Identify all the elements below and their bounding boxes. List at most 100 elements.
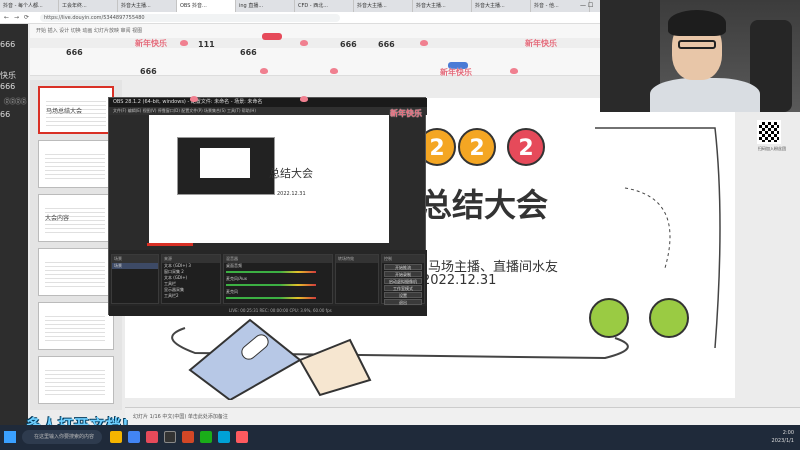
browser-tab-strip: 抖音 - 每个人都... 工会年终... 抖音大主播... OBS 抖音... ing … bbox=[0, 0, 600, 12]
left-danmaku: 666 bbox=[0, 82, 16, 91]
obs-mixer-channel[interactable]: 麦克风/Aux bbox=[224, 276, 332, 289]
obs-red-marker bbox=[147, 243, 193, 246]
obs-docks: 场景 场景 来源 文本 (GDI+) 3 窗口采集 2 文本 (GDI+) 工具栏 显示… bbox=[109, 250, 427, 306]
taskbar-search[interactable]: 在这里输入你要搜索的内容 bbox=[22, 430, 102, 444]
address-bar: ← → ⟳ https://live.douyin.com/5344897755… bbox=[0, 12, 600, 24]
danmaku: 新年快乐 bbox=[135, 39, 167, 48]
app-icon[interactable] bbox=[146, 431, 158, 443]
browser-tab[interactable]: 抖音 - 每个人都... bbox=[0, 0, 59, 12]
danmaku-num: 666 bbox=[140, 67, 157, 76]
heart-icon bbox=[420, 40, 428, 46]
file-explorer-icon[interactable] bbox=[110, 431, 122, 443]
obs-transitions-panel[interactable]: 转场特效 bbox=[335, 254, 379, 304]
obs-nested-screen bbox=[200, 148, 250, 178]
heart-icon bbox=[260, 68, 268, 74]
slide-thumbnail[interactable] bbox=[38, 356, 114, 404]
tree-left bbox=[589, 298, 629, 338]
obs-icon[interactable] bbox=[164, 431, 176, 443]
obs-control-button[interactable]: 设置 bbox=[384, 292, 422, 298]
obs-status-bar: LIVE: 00:25:31 REC: 00:00:00 CPU: 3.9%, … bbox=[109, 306, 427, 316]
wechat-icon[interactable] bbox=[200, 431, 212, 443]
obs-mixer-panel[interactable]: 混音器 桌面音频 麦克风/Aux 麦克风 bbox=[223, 254, 333, 304]
danmaku-num: 666 bbox=[340, 40, 357, 49]
browser-tab[interactable]: 抖音大主播... bbox=[354, 0, 413, 12]
system-tray-clock[interactable]: 2:00 2023/1/1 bbox=[772, 429, 794, 445]
left-danmaku: 快乐 bbox=[0, 71, 16, 80]
obs-nested-preview bbox=[177, 137, 275, 195]
audio-meter bbox=[226, 297, 316, 299]
browser-tab[interactable]: 抖音大主播... bbox=[118, 0, 177, 12]
screen: 抖音 - 每个人都... 工会年终... 抖音大主播... OBS 抖音... ing … bbox=[0, 0, 800, 450]
obs-mixer-channel[interactable]: 桌面音频 bbox=[224, 263, 332, 276]
window-controls[interactable]: — ☐ ✕ bbox=[580, 0, 600, 21]
heart-icon bbox=[300, 40, 308, 46]
danmaku: 新年快乐 bbox=[390, 109, 422, 118]
browser-tab[interactable]: 工会年终... bbox=[59, 0, 118, 12]
obs-preview-title: 总结大会 bbox=[269, 167, 313, 180]
browser-icon[interactable] bbox=[128, 431, 140, 443]
webcam-feed bbox=[600, 0, 800, 112]
danmaku-num: 666 bbox=[240, 48, 257, 57]
url-field[interactable]: https://live.douyin.com/5344897755480 bbox=[40, 14, 340, 22]
heart-icon bbox=[190, 96, 198, 102]
obs-mixer-channel[interactable]: 麦克风 bbox=[224, 289, 332, 302]
obs-sources-panel[interactable]: 来源 文本 (GDI+) 3 窗口采集 2 文本 (GDI+) 工具栏 显示器采集 工具栏… bbox=[161, 254, 221, 304]
ribbon-tabs[interactable]: 开始 插入 设计 切换 动画 幻灯片放映 审阅 视图 bbox=[30, 26, 600, 36]
cam-person-hair bbox=[668, 10, 726, 36]
app-icon-blue[interactable] bbox=[218, 431, 230, 443]
obs-control-button[interactable]: 工作室模式 bbox=[384, 285, 422, 291]
heart-icon bbox=[180, 40, 188, 46]
thumbnail-label: 大会内容 bbox=[45, 215, 70, 222]
obs-menu[interactable]: 文件(F) 编辑(E) 视图(V) 停靠窗口(D) 配置文件(P) 场景集合(S… bbox=[109, 107, 427, 115]
heart-icon bbox=[330, 68, 338, 74]
danmaku: 新年快乐 bbox=[525, 39, 557, 48]
audio-meter bbox=[226, 284, 316, 286]
forward-icon[interactable]: → bbox=[14, 14, 19, 21]
left-danmaku: 666 bbox=[0, 40, 16, 49]
year-digit-3: 2 bbox=[507, 128, 545, 166]
browser-tab[interactable]: OBS 抖音... bbox=[177, 0, 236, 12]
obs-controls-panel[interactable]: 控制 开始推流 开始录制 启动虚拟摄像机 工作室模式 设置 退出 bbox=[381, 254, 425, 305]
obs-control-button[interactable]: 启动虚拟摄像机 bbox=[384, 278, 422, 284]
taskbar: 在这里输入你要搜索的内容 2:00 2023/1/1 bbox=[0, 425, 800, 450]
obs-preview-date: 2022.12.31 bbox=[277, 191, 306, 197]
slide-thumbnail[interactable]: 马场总结大会 bbox=[38, 86, 114, 134]
qr-label: 扫码加入粉丝团 bbox=[758, 146, 786, 151]
obs-source-item[interactable]: 工具栏2 bbox=[162, 293, 220, 299]
cam-person-body bbox=[650, 78, 760, 112]
danmaku-num: 111 bbox=[198, 40, 215, 49]
windows-start-icon[interactable] bbox=[4, 431, 16, 443]
tree-right bbox=[649, 298, 689, 338]
slide-thumbnail[interactable] bbox=[38, 302, 114, 350]
obs-window[interactable]: OBS 28.1.2 (64-bit, windows) - 配置文件: 未命名… bbox=[108, 97, 427, 316]
year-digit-2: 2 bbox=[458, 128, 496, 166]
douyin-icon[interactable] bbox=[236, 431, 248, 443]
ribbon-tools[interactable] bbox=[30, 38, 600, 48]
obs-control-button[interactable]: 退出 bbox=[384, 299, 422, 305]
obs-scenes-panel[interactable]: 场景 场景 bbox=[111, 254, 159, 304]
back-icon[interactable]: ← bbox=[4, 14, 9, 21]
heart-icon bbox=[300, 96, 308, 102]
slide-thumbnail[interactable] bbox=[38, 140, 114, 188]
slide-thumbnail[interactable]: 大会内容 bbox=[38, 194, 114, 242]
heart-icon bbox=[510, 68, 518, 74]
ribbon-pill[interactable] bbox=[262, 33, 282, 40]
obs-control-button[interactable]: 开始推流 bbox=[384, 264, 422, 270]
danmaku: 新年快乐 bbox=[440, 68, 472, 77]
browser-tab[interactable]: CFD - 西北... bbox=[295, 0, 354, 12]
audio-meter bbox=[226, 271, 316, 273]
slide-title: 总结大会 bbox=[420, 186, 549, 224]
slide-date: 2022.12.31 bbox=[422, 273, 497, 288]
obs-control-button[interactable]: 开始录制 bbox=[384, 271, 422, 277]
browser-tab[interactable]: ing 直播... bbox=[236, 0, 295, 12]
danmaku-num: 666 bbox=[378, 40, 395, 49]
powerpoint-icon[interactable] bbox=[182, 431, 194, 443]
slide-thumbnail[interactable] bbox=[38, 248, 114, 296]
browser-tab[interactable]: 抖音大主播... bbox=[472, 0, 531, 12]
browser-tab[interactable]: 抖音大主播... bbox=[413, 0, 472, 12]
cam-person-glasses bbox=[678, 40, 716, 49]
left-danmaku: 66 bbox=[0, 110, 11, 119]
obs-preview: 总结大会 2022.12.31 bbox=[149, 115, 389, 243]
reload-icon[interactable]: ⟳ bbox=[24, 14, 29, 21]
status-bar: 幻灯片 1/16 中文(中国) 单击此处添加备注 bbox=[125, 407, 800, 425]
